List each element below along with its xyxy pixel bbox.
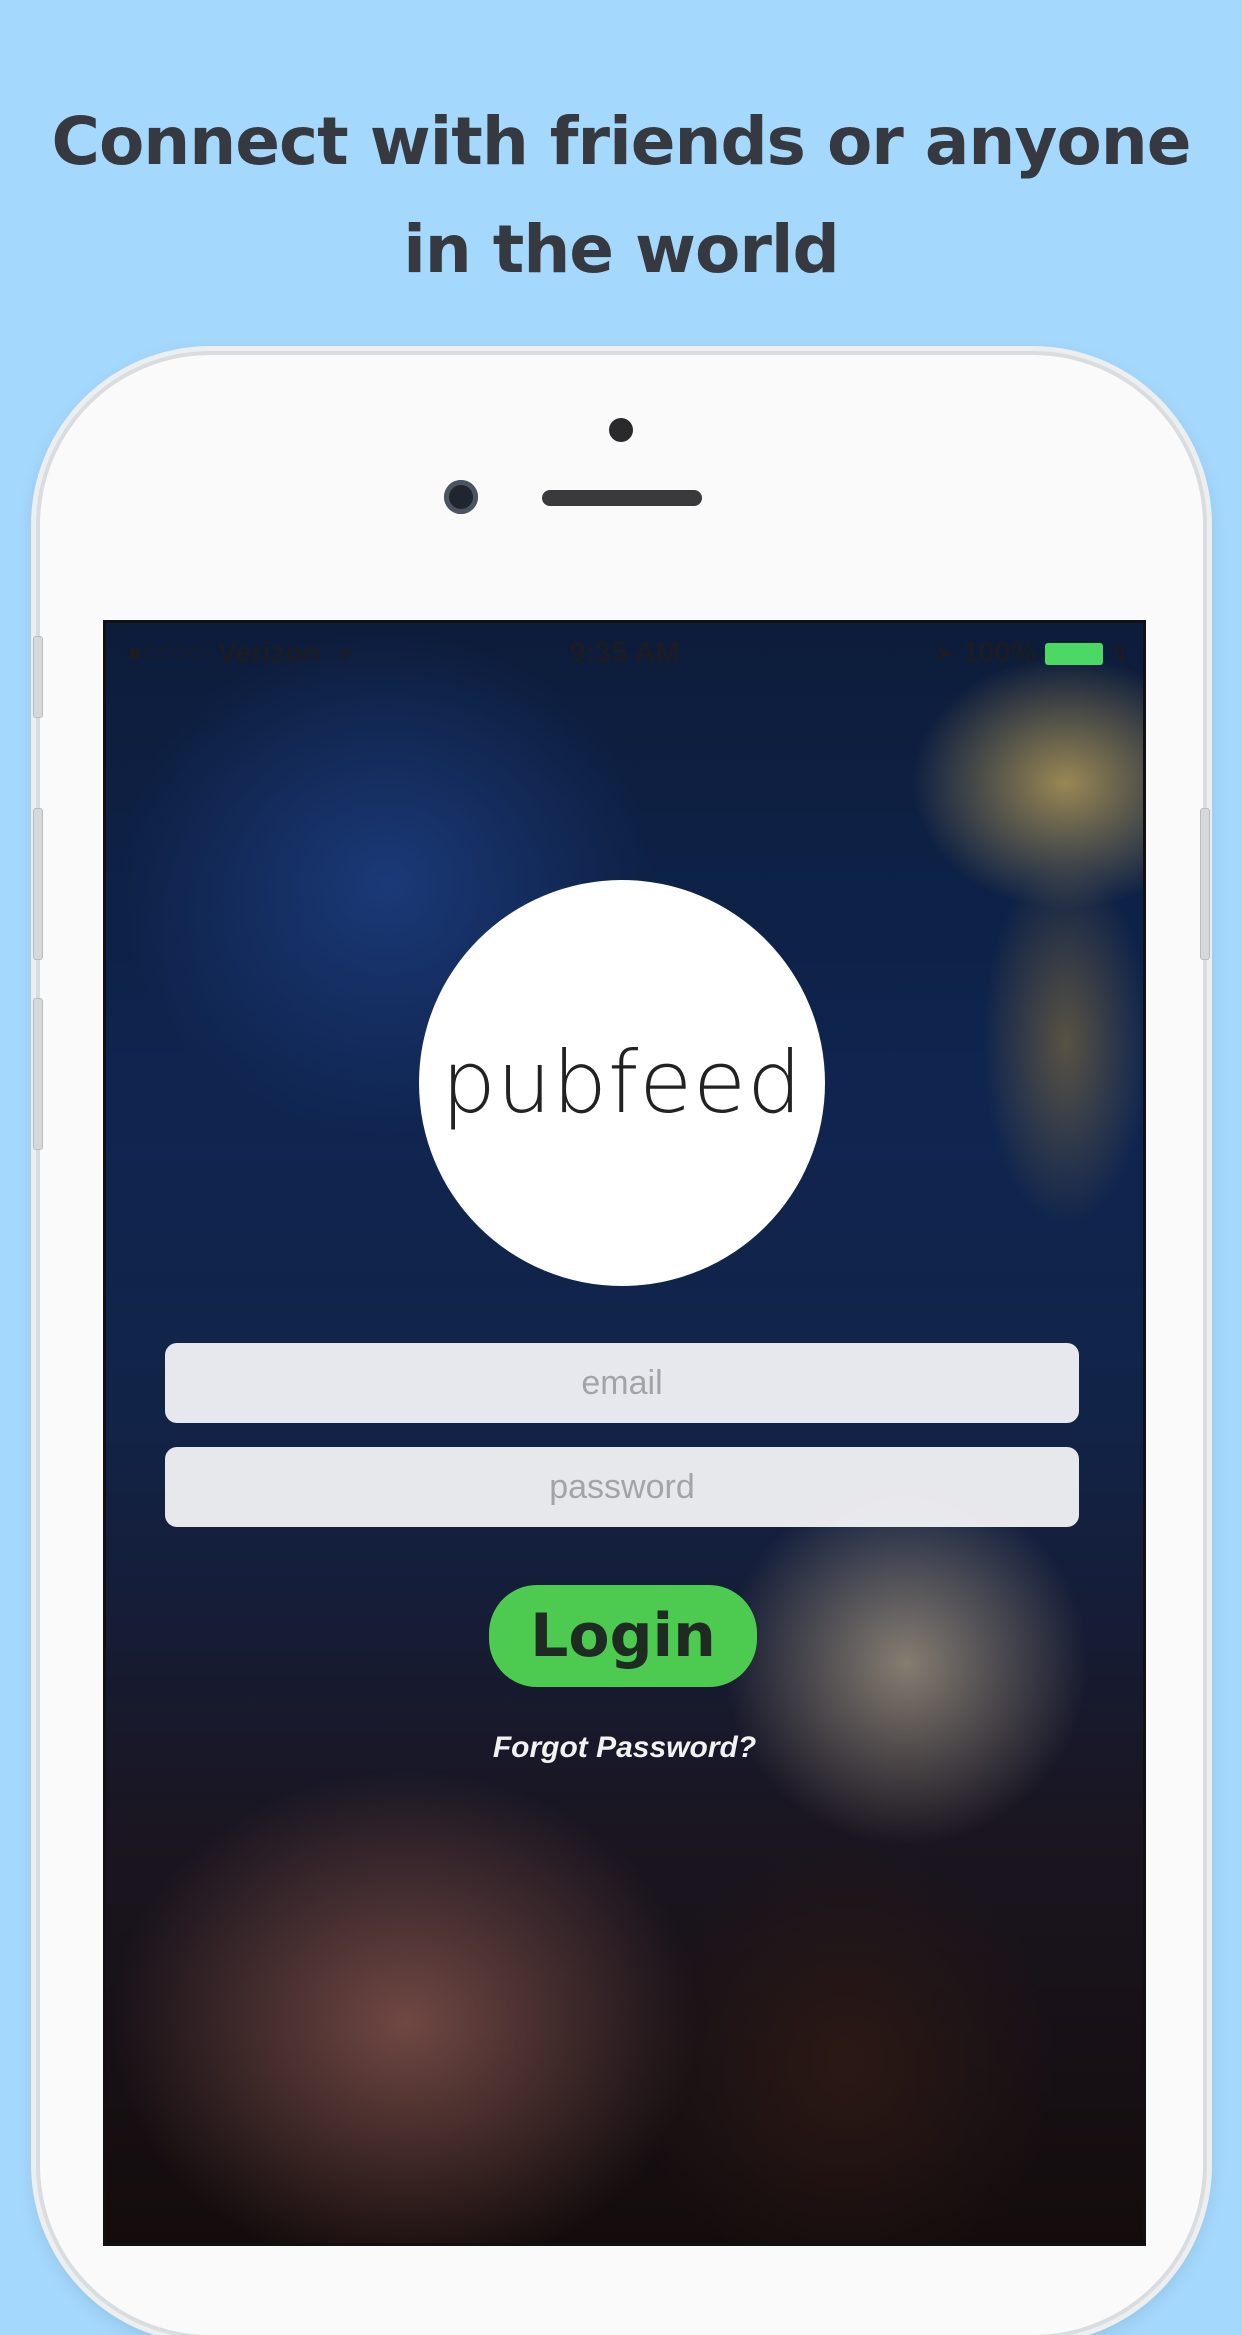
status-bar: ●○○○○ Verizon ▾ 9:35 AM ➤ 100% ↯ <box>106 623 1143 679</box>
headline: Connect with friends or anyone in the wo… <box>40 88 1202 304</box>
volume-up-button <box>33 808 43 960</box>
front-camera <box>444 480 478 514</box>
earpiece-speaker <box>542 490 702 506</box>
headline-line-1: Connect with friends or anyone <box>51 103 1192 180</box>
email-field[interactable] <box>165 1343 1079 1423</box>
location-arrow-icon: ➤ <box>934 640 955 667</box>
battery-icon <box>1044 642 1103 665</box>
headline-line-2: in the world <box>403 211 840 288</box>
login-button[interactable]: Login <box>489 1585 757 1687</box>
logo-wordmark: pubfeed <box>441 1033 803 1133</box>
proximity-sensor <box>609 418 633 442</box>
power-button <box>1200 808 1210 960</box>
password-field[interactable] <box>165 1447 1079 1527</box>
phone-screen: ●○○○○ Verizon ▾ 9:35 AM ➤ 100% ↯ pubfeed… <box>103 620 1146 2246</box>
forgot-password-link[interactable]: Forgot Password? <box>106 1731 1143 1765</box>
battery-percent: 100% <box>962 637 1037 669</box>
volume-down-button <box>33 998 43 1150</box>
charging-bolt-icon: ↯ <box>1110 640 1129 666</box>
pubfeed-logo: pubfeed <box>419 880 825 1286</box>
status-right-group: ➤ 100% ↯ <box>934 637 1129 670</box>
mute-switch <box>33 636 43 718</box>
